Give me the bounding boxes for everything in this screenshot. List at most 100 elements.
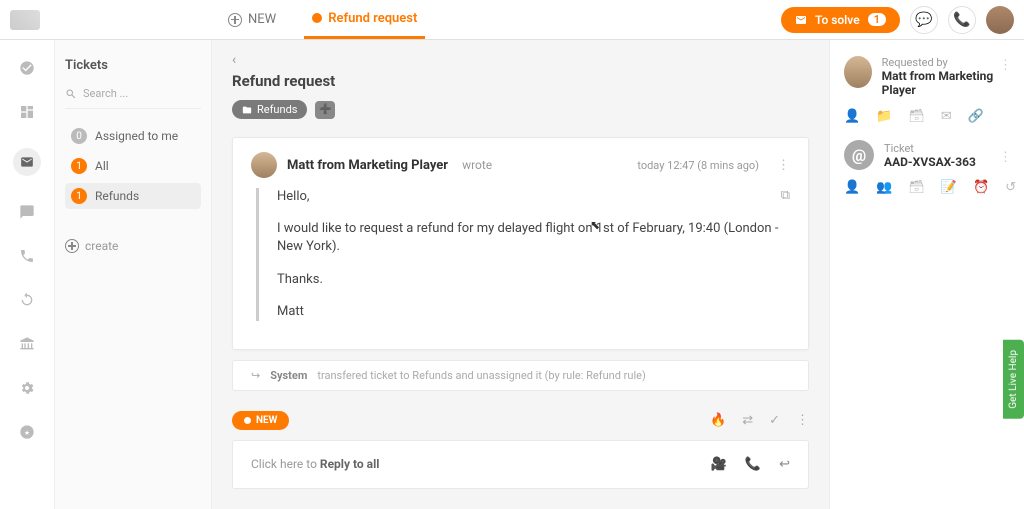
panel-menu-icon[interactable]: ⋮ [999,150,1012,165]
mail-icon[interactable]: ✉ [941,109,952,124]
panel-menu-icon[interactable]: ⋮ [999,58,1012,73]
link-icon[interactable]: 🔗 [968,109,984,124]
sender-avatar[interactable] [251,152,277,178]
plus-icon [65,239,79,253]
filter-count: 1 [71,188,87,204]
filter-count: 1 [71,158,87,174]
video-icon[interactable]: 🎥 [711,457,727,472]
requester-actions: 👤 📁 🗃 ✉ 🔗 [844,109,1010,124]
header-actions: To solve 1 💬 📞 [781,6,1014,34]
folder-icon[interactable]: 📁 [876,109,892,124]
rail-settings-icon[interactable] [19,380,35,396]
archive-icon[interactable]: 🗃 [908,180,925,195]
reply-box[interactable]: Click here to Reply to all 🎥 📞 ↩ [232,440,809,489]
folder-icon [242,105,252,115]
system-text: transfered ticket to Refunds and unassig… [317,369,645,382]
reply-prefix: Click here to [251,457,320,471]
active-tab-label: Refund request [328,11,417,26]
tab-refund-request[interactable]: Refund request [304,1,425,39]
new-tab[interactable]: NEW [220,2,284,37]
add-tag-button[interactable]: ➕ [315,101,335,119]
filter-label: Refunds [95,189,139,203]
fire-icon[interactable]: 🔥 [710,413,726,428]
requester-name: Matt from Marketing Player [882,69,1010,97]
tag-refunds[interactable]: Refunds [232,100,307,119]
plus-icon [228,13,242,27]
filter-count: 0 [71,128,87,144]
user-avatar[interactable] [986,6,1014,34]
person-icon[interactable]: 👤 [844,180,860,195]
ticket-actions: 👤 👥 🗃 📝 ⏰ ↺ [844,180,1010,195]
reply-actions: 🎥 📞 ↩ [711,457,790,472]
chat-button[interactable]: 💬 [910,6,938,34]
to-solve-button[interactable]: To solve 1 [781,7,900,33]
ticket-main: ‹ Refund request Refunds ➕ Matt from Mar… [212,40,829,509]
rail-check-icon[interactable] [19,60,35,76]
system-event: ↪ System transfered ticket to Refunds an… [232,360,809,391]
rail-loading-icon[interactable] [19,292,35,308]
person-icon[interactable]: 👤 [844,109,860,124]
phone-icon[interactable]: 📞 [745,457,761,472]
rail-phone-icon[interactable] [19,248,35,264]
ticket-code: AAD-XVSAX-363 [884,155,976,169]
message-time: today 12:47 (8 mins ago) [637,159,759,172]
message-body: ⧉ Hello, I would like to request a refun… [256,188,790,321]
ticket-label: Ticket [884,142,976,155]
status-new-pill[interactable]: NEW [232,411,289,430]
filter-assigned[interactable]: 0 Assigned to me [65,123,201,149]
ticket-title: Refund request [232,72,809,90]
cursor-icon: ⬉ [590,218,600,232]
reply-icon[interactable]: ↩ [779,457,790,472]
rail-dashboard-icon[interactable] [19,104,35,120]
history-icon[interactable]: ↺ [1005,180,1016,195]
message-menu-icon[interactable]: ⋮ [777,158,790,173]
reply-action: Reply to all [320,457,380,471]
tag-label: Refunds [257,103,297,116]
requester-block: Requested by Matt from Marketing Player [844,56,1010,97]
nav-rail [0,40,55,509]
msg-line: Thanks. [277,271,790,289]
note-icon[interactable]: 📝 [941,180,957,195]
clock-icon[interactable]: ⏰ [973,180,989,195]
filter-list: 0 Assigned to me 1 All 1 Refunds [65,123,201,209]
filter-refunds[interactable]: 1 Refunds [65,183,201,209]
create-button[interactable]: create [65,239,201,253]
app-logo[interactable] [10,10,40,30]
requester-avatar[interactable] [844,56,872,88]
filter-label: All [95,159,109,173]
transfer-icon: ↪ [251,369,260,382]
check-icon[interactable]: ✓ [769,413,780,428]
to-solve-count: 1 [868,13,886,26]
to-solve-label: To solve [815,13,860,27]
rail-star-icon[interactable] [19,424,35,440]
sidebar-title: Tickets [65,58,201,73]
envelope-icon [795,14,807,26]
search-placeholder: Search ... [83,87,128,100]
search-icon [65,88,77,100]
header-tabs: NEW Refund request [220,1,425,39]
system-label: System [270,369,307,382]
rail-chat-icon[interactable] [19,204,35,220]
rail-mail-icon[interactable] [13,148,41,176]
tickets-sidebar: Tickets Search ... 0 Assigned to me 1 Al… [55,40,212,509]
archive-icon[interactable]: 🗃 [908,109,925,124]
transfer-icon[interactable]: ⇄ [742,413,753,428]
reply-prompt: Click here to Reply to all [251,457,379,471]
msg-line: Matt [277,303,790,321]
status-row: NEW 🔥 ⇄ ✓ ⋮ [232,401,809,440]
message-header: Matt from Marketing Player wrote today 1… [251,152,790,178]
msg-line: Hello, [277,188,790,206]
group-icon[interactable]: 👥 [876,180,892,195]
requested-label: Requested by [882,56,1010,69]
ticket-info: @ Ticket AAD-XVSAX-363 [844,140,1010,170]
live-help-tab[interactable]: Get Live Help [1003,340,1024,419]
wrote-label: wrote [462,158,492,172]
filter-all[interactable]: 1 All [65,153,201,179]
call-button[interactable]: 📞 [948,6,976,34]
search-input[interactable]: Search ... [65,83,201,109]
status-actions: 🔥 ⇄ ✓ ⋮ [710,413,809,428]
expand-icon[interactable]: ⧉ [781,188,790,203]
more-icon[interactable]: ⋮ [796,413,809,428]
rail-bank-icon[interactable] [19,336,35,352]
back-button[interactable]: ‹ [232,52,236,68]
